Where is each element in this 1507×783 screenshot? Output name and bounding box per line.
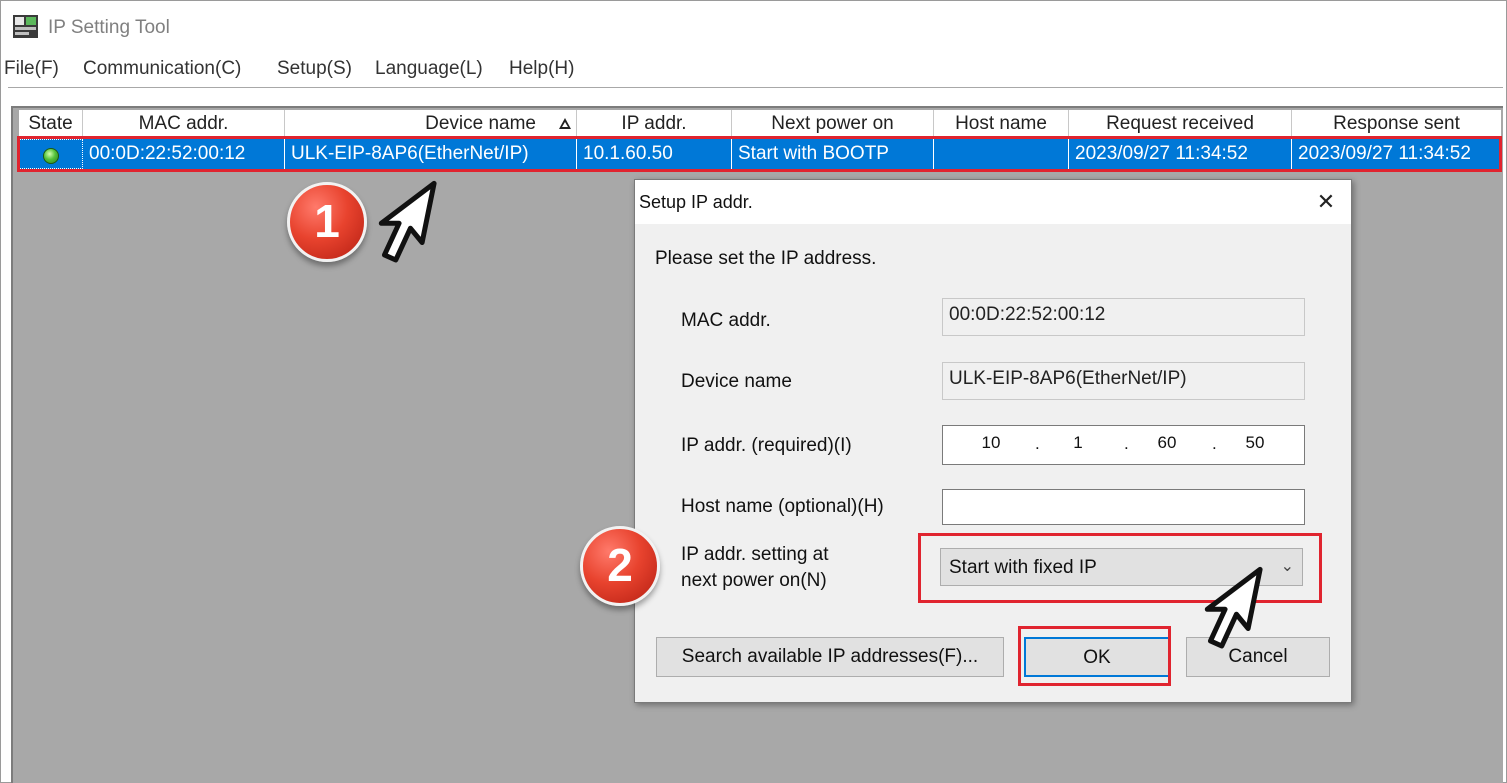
search-ip-button[interactable]: Search available IP addresses(F)...: [656, 637, 1004, 677]
column-header-next-power-on[interactable]: Next power on: [732, 110, 934, 137]
column-header-device-name[interactable]: Device name: [285, 110, 577, 137]
menu-language[interactable]: Language(L): [375, 58, 483, 80]
ip-separator: .: [1212, 434, 1217, 453]
menu-separator: [8, 87, 1503, 88]
host-name-input[interactable]: [942, 489, 1305, 525]
ip-octet-4[interactable]: 50: [1235, 433, 1275, 453]
pointer-cursor-icon: [1204, 566, 1263, 649]
ip-octet-2[interactable]: 1: [1058, 433, 1098, 453]
app-title: IP Setting Tool: [48, 17, 170, 38]
menu-file[interactable]: File(F): [4, 58, 59, 80]
list-background-strip: [634, 703, 1353, 781]
mac-field: 00:0D:22:52:00:12: [942, 298, 1305, 336]
pointer-cursor-icon: [378, 180, 437, 263]
device-name-field: ULK-EIP-8AP6(EtherNet/IP): [942, 362, 1305, 400]
ip-separator: .: [1035, 434, 1040, 453]
dialog-instruction: Please set the IP address.: [655, 248, 877, 269]
dialog-title: Setup IP addr.: [639, 192, 753, 212]
cell-device-name: ULK-EIP-8AP6(EtherNet/IP): [285, 139, 577, 169]
cell-response-sent: 2023/09/27 11:34:52: [1298, 143, 1471, 164]
next-power-label-line1: IP addr. setting at: [681, 544, 829, 565]
chevron-down-icon[interactable]: ⌄: [1281, 556, 1294, 576]
menu-help[interactable]: Help(H): [509, 58, 574, 80]
sort-ascending-icon: [559, 118, 571, 129]
table-row[interactable]: 00:0D:22:52:00:12 ULK-EIP-8AP6(EtherNet/…: [19, 139, 1499, 169]
column-header-mac[interactable]: MAC addr.: [83, 110, 285, 137]
step-badge-1: 1: [287, 182, 367, 262]
next-power-selected-value: Start with fixed IP: [949, 557, 1097, 578]
next-power-label-line2: next power on(N): [681, 570, 827, 591]
mac-label: MAC addr.: [681, 310, 771, 331]
ip-label: IP addr. (required)(I): [681, 435, 852, 456]
step-badge-2: 2: [580, 526, 660, 606]
column-header-request-received[interactable]: Request received: [1069, 110, 1292, 137]
device-name-label: Device name: [681, 371, 792, 392]
close-icon[interactable]: ✕: [1311, 188, 1341, 216]
ip-address-input[interactable]: 10 . 1 . 60 . 50: [942, 425, 1305, 465]
column-header-state[interactable]: State: [19, 110, 83, 137]
cell-next-power-on: Start with BOOTP: [732, 139, 934, 169]
ip-octet-3[interactable]: 60: [1147, 433, 1187, 453]
ip-separator: .: [1124, 434, 1129, 453]
cell-state: [19, 139, 83, 169]
cell-ip: 10.1.60.50: [577, 139, 732, 169]
ok-button[interactable]: OK: [1024, 637, 1170, 677]
dialog-title-bar: Setup IP addr. ✕: [635, 180, 1351, 224]
column-header-host-name[interactable]: Host name: [934, 110, 1069, 137]
menu-setup[interactable]: Setup(S): [277, 58, 352, 80]
cell-host-name: [934, 139, 1069, 169]
column-header-response-sent[interactable]: Response sent: [1292, 110, 1501, 137]
ip-octet-1[interactable]: 10: [971, 433, 1011, 453]
menu-communication[interactable]: Communication(C): [83, 58, 241, 80]
title-bar: IP Setting Tool: [0, 0, 1507, 54]
host-name-label: Host name (optional)(H): [681, 496, 884, 517]
column-header-ip[interactable]: IP addr.: [577, 110, 732, 137]
cell-mac: 00:0D:22:52:00:12: [83, 139, 285, 169]
menu-bar: File(F) Communication(C) Setup(S) Langua…: [0, 56, 1507, 84]
device-list-header: State MAC addr. Device name IP addr. Nex…: [19, 110, 1501, 137]
cell-request-received: 2023/09/27 11:34:52: [1069, 139, 1292, 169]
status-green-icon: [43, 148, 59, 164]
app-icon: [13, 15, 38, 38]
